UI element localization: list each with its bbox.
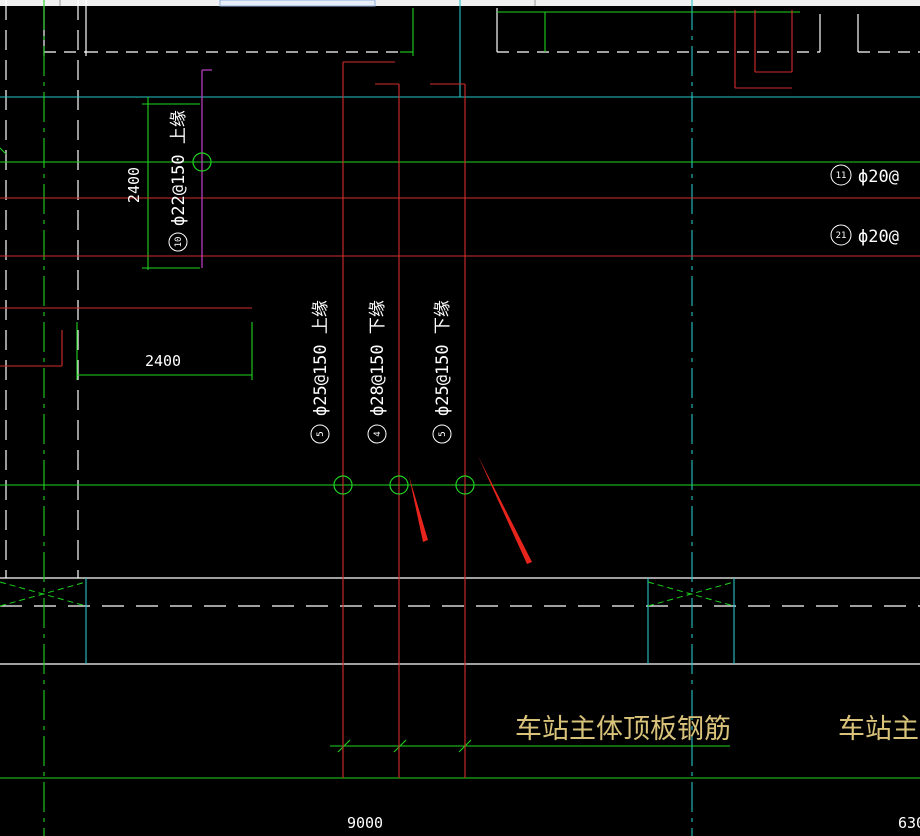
rebar-callout-21: 21 ф20@	[830, 224, 899, 247]
rebar-marker-5-bottom: 5	[438, 431, 448, 436]
dimension-lines-green	[0, 0, 920, 836]
rebar-callout-11: 11 ф20@	[830, 164, 899, 187]
rebar-marker-11: 11	[836, 171, 847, 181]
rebar-callout-10: 10 ф22@150 上缘	[168, 110, 189, 252]
rebar-callout-5-bottom: 5 ф25@150 下缘	[432, 300, 453, 444]
column-cross-marks	[0, 581, 735, 607]
rebar-callout-5-top: 5 ф25@150 上缘	[310, 300, 331, 444]
dimension-9000: 9000	[347, 814, 383, 832]
axis-lines-cyan	[0, 0, 920, 836]
rebar-label-10: ф22@150 上缘	[169, 110, 189, 226]
arrow-annotation-2	[478, 456, 532, 564]
red-annotation-arrows	[409, 456, 532, 564]
title-station-roof-rebar: 车站主体顶板钢筋	[515, 714, 731, 745]
rebar-callout-4: 4 ф28@150 下缘	[367, 300, 388, 444]
rebar-marker-21: 21	[836, 231, 847, 241]
rebar-section-circles	[192, 152, 475, 495]
rebar-marker-10: 10	[174, 237, 184, 248]
dimension-630: 630	[898, 814, 920, 832]
rebar-label-5-bottom: ф25@150 下缘	[433, 300, 453, 416]
rebar-label-11: ф20@	[858, 167, 899, 187]
rebar-label-21: ф20@	[858, 227, 899, 247]
dimension-2400-horizontal: 2400	[145, 352, 181, 370]
rebar-lines-red	[0, 10, 920, 778]
rebar-marker-4: 4	[373, 431, 383, 436]
structure-outline-lines	[0, 0, 920, 665]
rebar-label-5-top: ф25@150 上缘	[311, 300, 331, 416]
dimension-2400-vertical: 2400	[125, 167, 143, 203]
rebar-marker-5-top: 5	[316, 431, 326, 436]
arrow-annotation-1	[409, 476, 428, 542]
title-station-main: 车站主体	[838, 714, 920, 745]
cad-drawing-canvas: 2400 2400 9000 630 10 ф22@150 上缘 5 ф25@1…	[0, 0, 920, 836]
rebar-label-4: ф28@150 下缘	[368, 300, 388, 416]
